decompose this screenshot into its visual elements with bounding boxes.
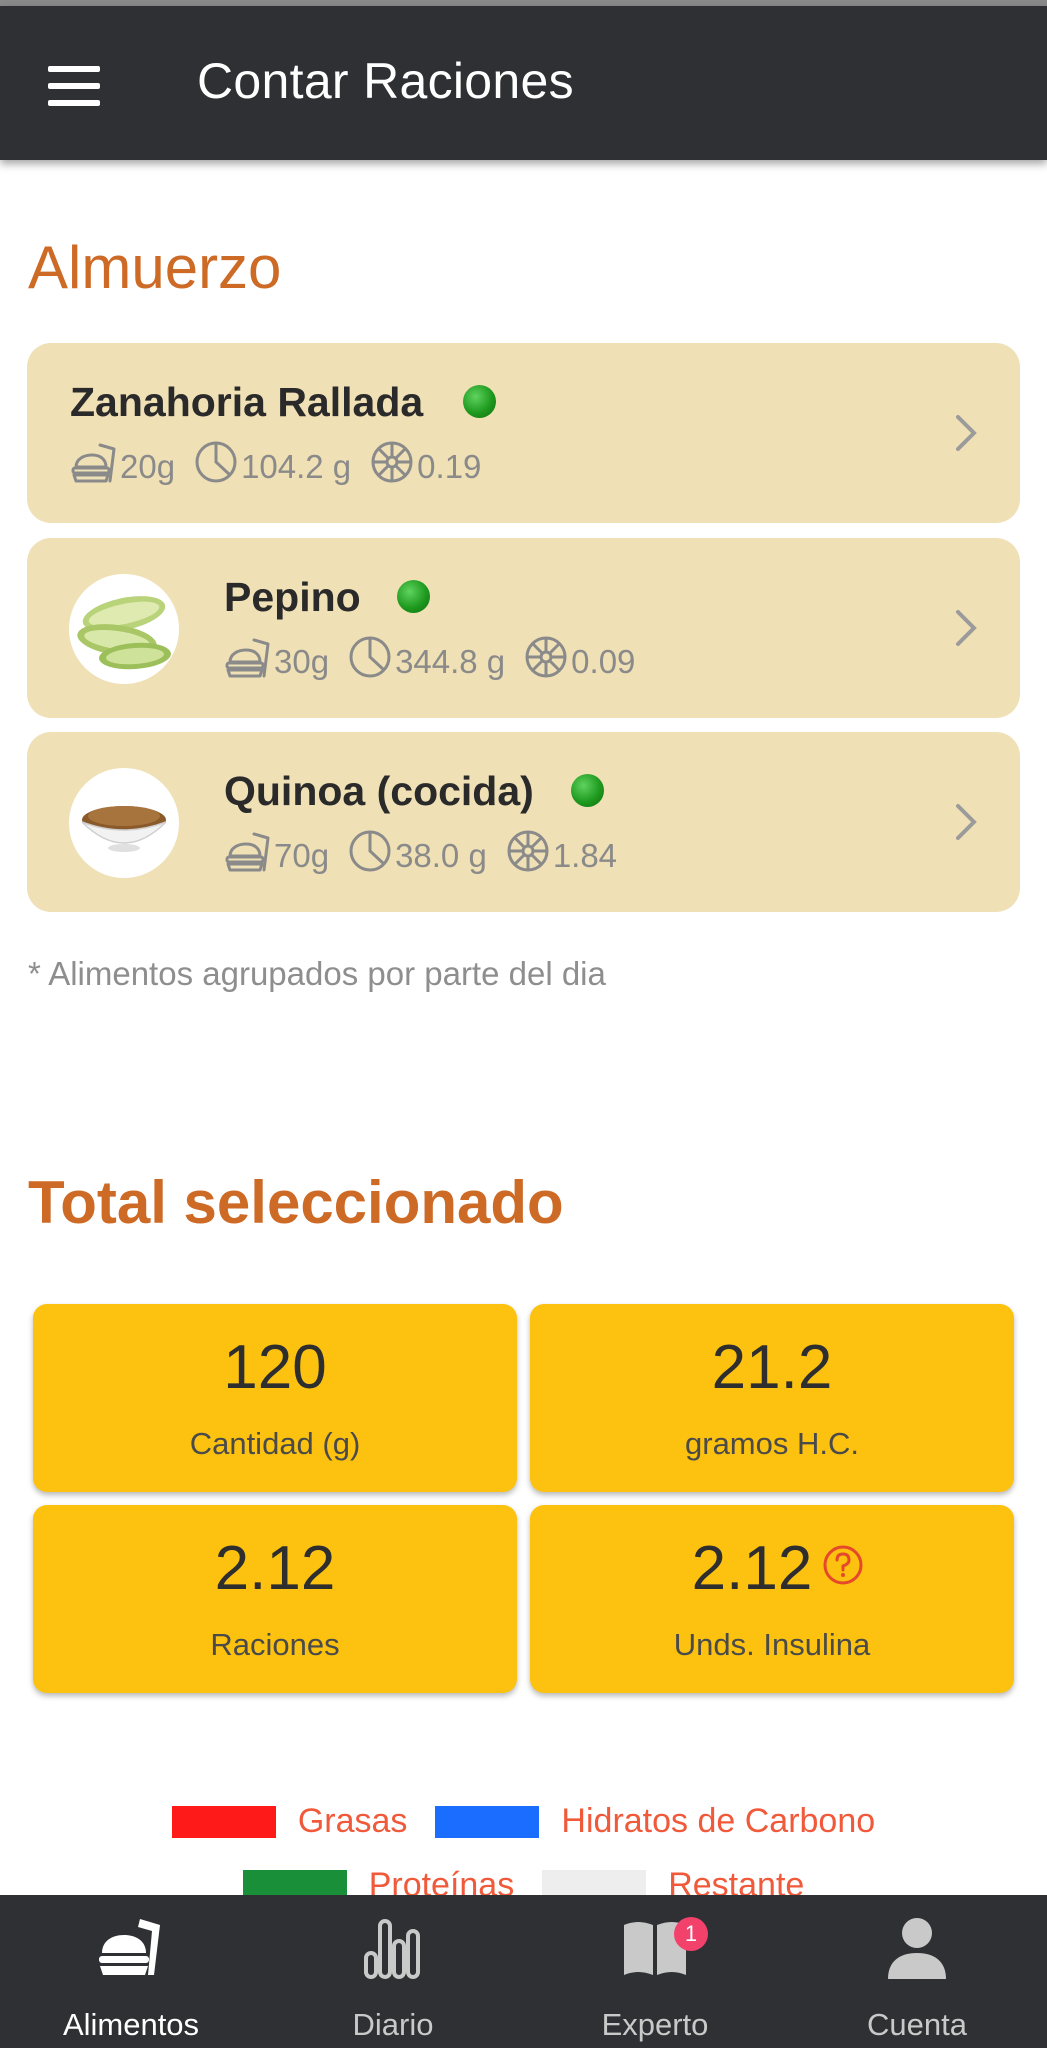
food-icon: [99, 1919, 160, 1975]
nav-item-cuenta[interactable]: Cuenta: [786, 1895, 1047, 2048]
pie-chart-icon: [349, 830, 391, 872]
food-card[interactable]: Pepino 30g 344.8 g 0.09: [27, 538, 1020, 718]
footnote: * Alimentos agrupados por parte del dia: [28, 955, 606, 992]
menu-icon-bar: [48, 83, 100, 89]
portion-icon: [225, 638, 270, 678]
cucumber-image: [69, 574, 179, 684]
total-insulin-label: Unds. Insulina: [673, 1627, 871, 1662]
total-quantity-tile: 120 Cantidad (g): [33, 1304, 517, 1492]
chevron-right-icon: [956, 610, 977, 646]
user-icon: [888, 1918, 946, 1979]
food-stats: 20g 104.2 g 0.19: [70, 435, 499, 485]
nav-item-diario[interactable]: Diario: [262, 1895, 524, 2048]
pie-chart-icon: [195, 441, 237, 483]
pie-chart-icon: [349, 636, 391, 678]
raciones-value: 0.19: [417, 448, 482, 485]
legend-swatch: [171, 1805, 276, 1838]
raciones-value: 0.09: [571, 643, 636, 680]
nav-label: Cuenta: [867, 2007, 967, 2042]
app-title: Contar Raciones: [197, 53, 574, 109]
quantity-value: 70g: [274, 837, 330, 874]
total-insulin-tile: 2.12 Unds. Insulina: [530, 1505, 1014, 1693]
status-dot: [571, 774, 604, 807]
food-stats: 70g 38.0 g 1.84: [224, 824, 635, 874]
food-card[interactable]: Zanahoria Rallada 20g 104.2 g 0.19: [27, 343, 1020, 523]
menu-icon: [48, 66, 100, 72]
menu-icon-bar: [48, 100, 100, 106]
carbs-value: 38.0 g: [395, 837, 487, 874]
total-raciones-tile: 2.12 Raciones: [33, 1505, 517, 1693]
nav-label: Alimentos: [62, 2007, 200, 2042]
status-dot: [463, 385, 496, 418]
legend-swatch: [435, 1805, 540, 1838]
meal-section-title: Almuerzo: [28, 234, 282, 301]
portion-icon: [71, 443, 116, 483]
total-quantity-label: Cantidad (g): [189, 1426, 361, 1461]
bottom-nav: Alimentos Diario 1 Experto Cuenta: [0, 1895, 1047, 2048]
legend-label: Hidratos de Carbono: [561, 1802, 876, 1840]
total-carbs-tile: 21.2 gramos H.C.: [530, 1304, 1014, 1492]
carbs-value: 344.8 g: [395, 643, 506, 680]
carbs-value: 104.2 g: [241, 448, 352, 485]
status-dot: [397, 580, 430, 613]
bar-chart-icon: [364, 1919, 420, 1979]
menu-button[interactable]: [48, 66, 104, 106]
total-quantity-value: 120: [223, 1333, 327, 1402]
food-name: Quinoa (cocida): [224, 768, 534, 814]
portion-icon: [225, 832, 270, 872]
nav-label: Diario: [352, 2007, 434, 2042]
app-bar: Contar Raciones: [0, 6, 1047, 160]
raciones-value: 1.84: [552, 837, 618, 874]
quantity-value: 20g: [120, 448, 176, 485]
ration-wheel-icon: [371, 441, 413, 483]
legend-row: Grasas Hidratos de Carbono: [0, 1802, 1047, 1841]
total-insulin-value: 2.12: [691, 1534, 813, 1603]
total-section-title: Total seleccionado: [28, 1169, 564, 1236]
ration-wheel-icon: [507, 830, 549, 872]
quinoa-bowl-image: [69, 768, 179, 878]
total-carbs-value: 21.2: [711, 1333, 833, 1402]
total-raciones-label: Raciones: [210, 1627, 340, 1662]
food-name: Zanahoria Rallada: [70, 379, 424, 425]
notification-badge: 1: [674, 1917, 708, 1951]
nav-label: Experto: [601, 2007, 709, 2042]
nav-item-experto[interactable]: 1 Experto: [524, 1895, 786, 2048]
chevron-right-icon: [956, 415, 977, 451]
quantity-value: 30g: [274, 643, 330, 680]
legend-item-hidratos: Hidratos de Carbono: [435, 1802, 875, 1841]
legend-item-grasas: Grasas: [171, 1802, 408, 1841]
food-card[interactable]: Quinoa (cocida) 70g 38.0 g 1.84: [27, 732, 1020, 912]
help-icon[interactable]: [822, 1544, 864, 1586]
legend-label: Grasas: [297, 1802, 408, 1840]
chevron-right-icon: [956, 804, 977, 840]
total-raciones-value: 2.12: [214, 1534, 336, 1603]
total-carbs-label: gramos H.C.: [685, 1426, 859, 1461]
ration-wheel-icon: [525, 636, 567, 678]
nav-item-alimentos[interactable]: Alimentos: [0, 1895, 262, 2048]
food-name: Pepino: [224, 574, 361, 620]
food-stats: 30g 344.8 g 0.09: [224, 630, 653, 680]
